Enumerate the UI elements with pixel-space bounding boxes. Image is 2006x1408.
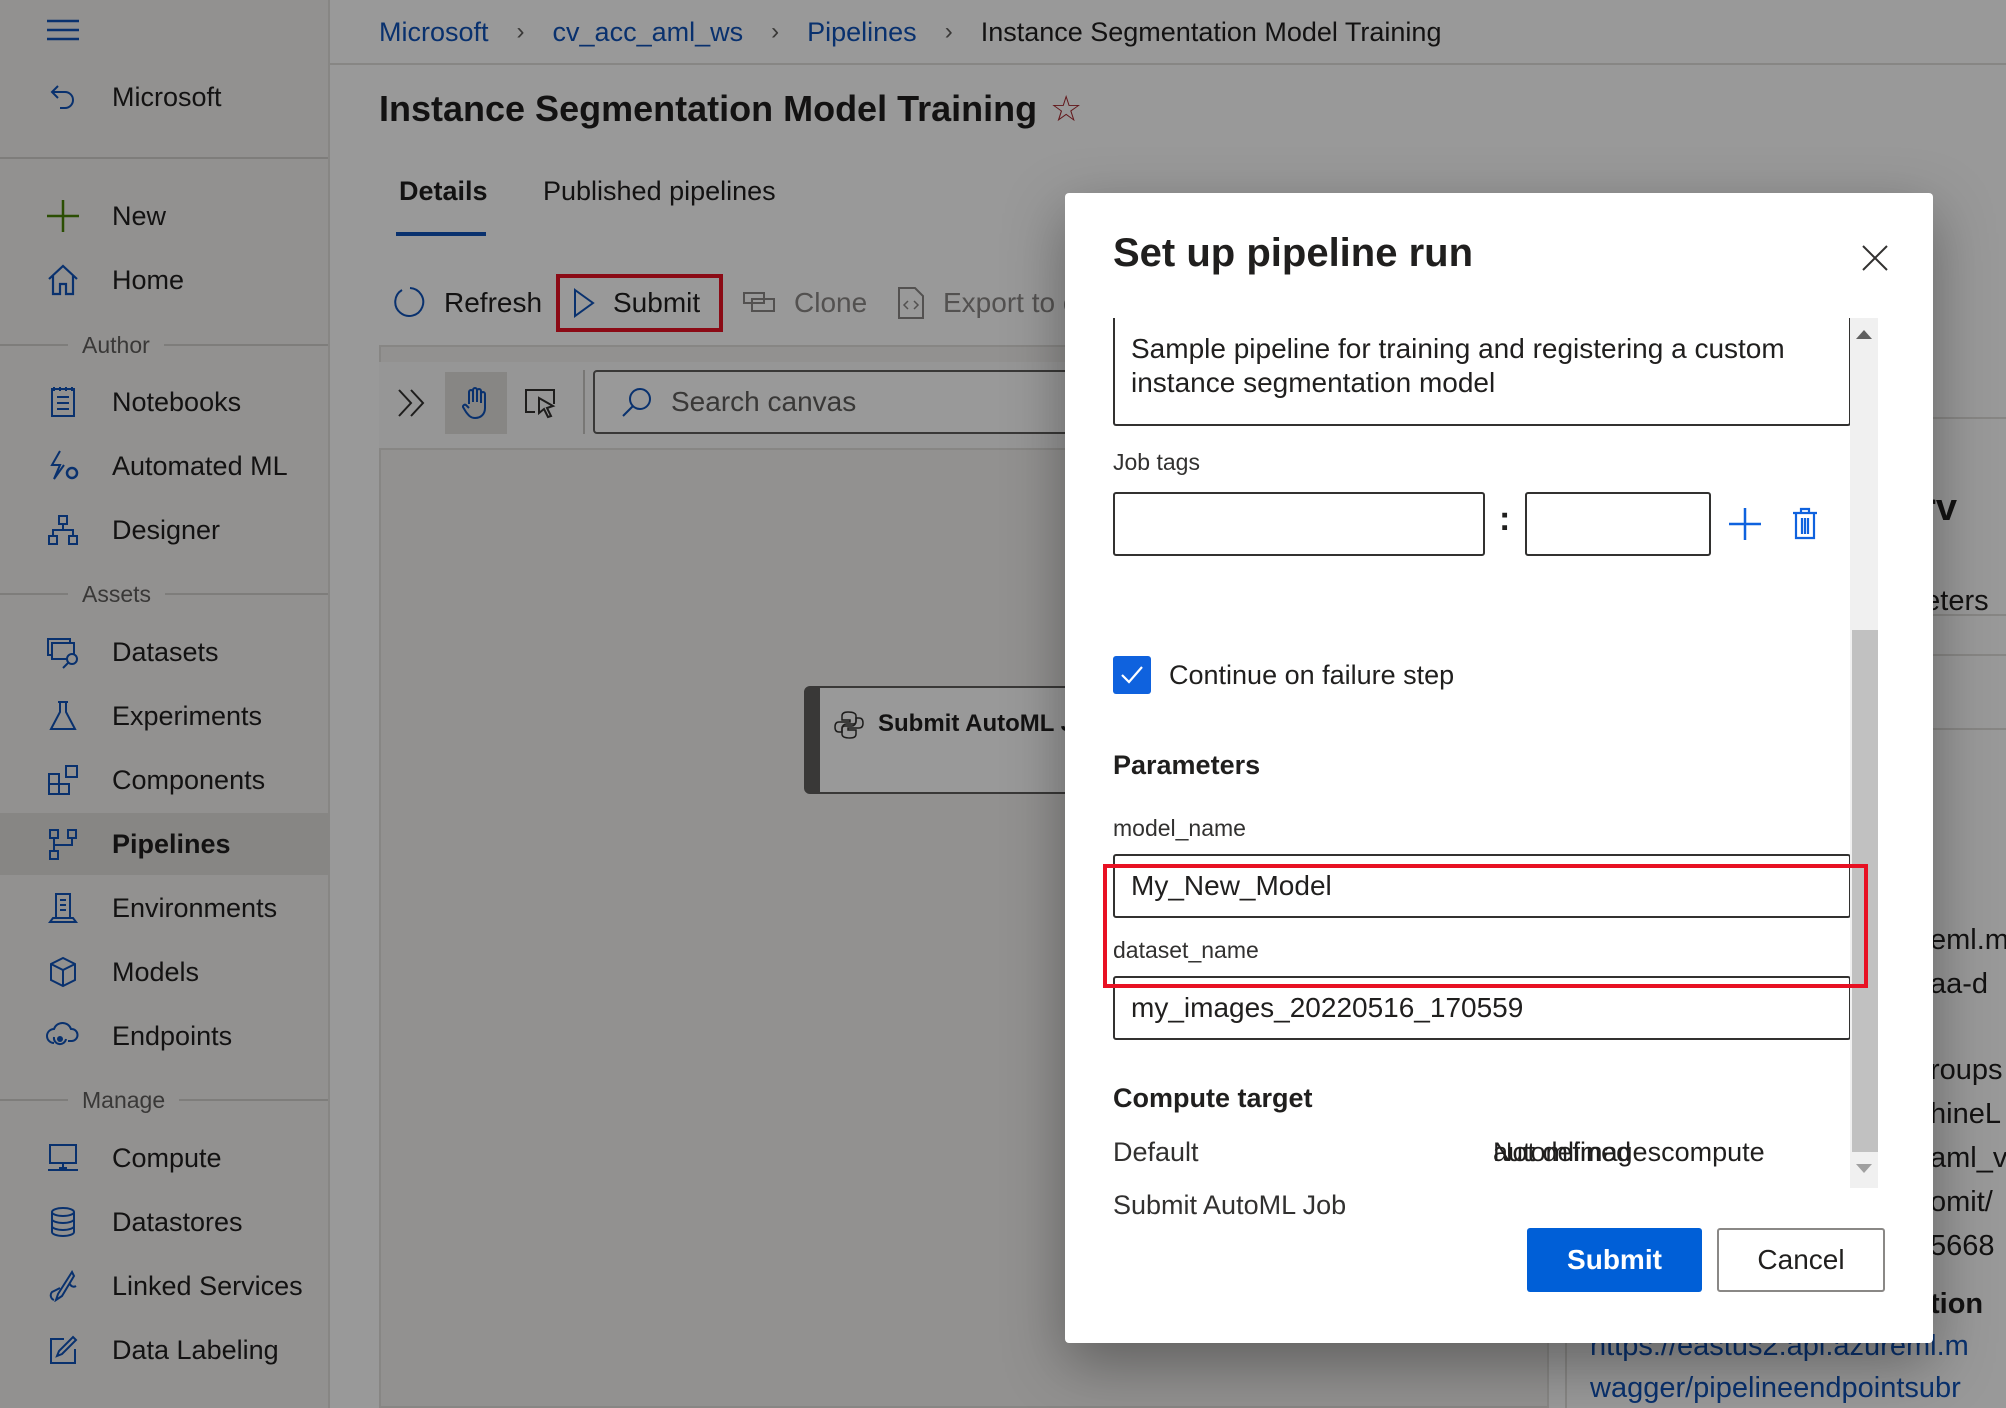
parameters-heading: Parameters [1113,750,1261,780]
tag-key-input[interactable] [1113,492,1485,556]
cancel-button[interactable]: Cancel [1717,1228,1885,1292]
setup-pipeline-run-dialog: Set up pipeline run Sample pipeline for … [1065,193,1933,1343]
description-textarea[interactable]: Sample pipeline for training and registe… [1113,318,1851,426]
dialog-scroll-region[interactable]: Sample pipeline for training and registe… [1065,318,1933,1188]
dataset-name-highlight-box [1103,864,1868,988]
add-tag-plus-icon[interactable] [1725,504,1765,544]
continue-on-failure-label[interactable]: Continue on failure step [1169,660,1454,691]
tag-separator: : [1499,500,1511,538]
delete-tag-trash-icon[interactable] [1790,504,1820,544]
scroll-up-arrow-icon[interactable] [1856,330,1872,339]
continue-on-failure-checkbox[interactable] [1113,656,1151,694]
dialog-scrollbar[interactable] [1850,318,1878,1188]
dialog-title: Set up pipeline run [1113,231,1474,275]
checkmark-icon [1121,666,1143,684]
submit-button[interactable]: Submit [1527,1228,1702,1292]
param-label-model-name: model_name [1113,815,1246,841]
scroll-down-arrow-icon[interactable] [1856,1164,1872,1173]
compute-label-default: Default [1113,1137,1199,1167]
compute-label-automl-job: Submit AutoML Job [1113,1190,1347,1220]
job-tags-label: Job tags [1113,449,1200,475]
tag-value-input[interactable] [1525,492,1711,556]
close-icon[interactable] [1855,238,1895,278]
compute-target-heading: Compute target [1113,1083,1313,1113]
compute-value-automl-job: automlimagescompute [1493,1137,1765,1167]
